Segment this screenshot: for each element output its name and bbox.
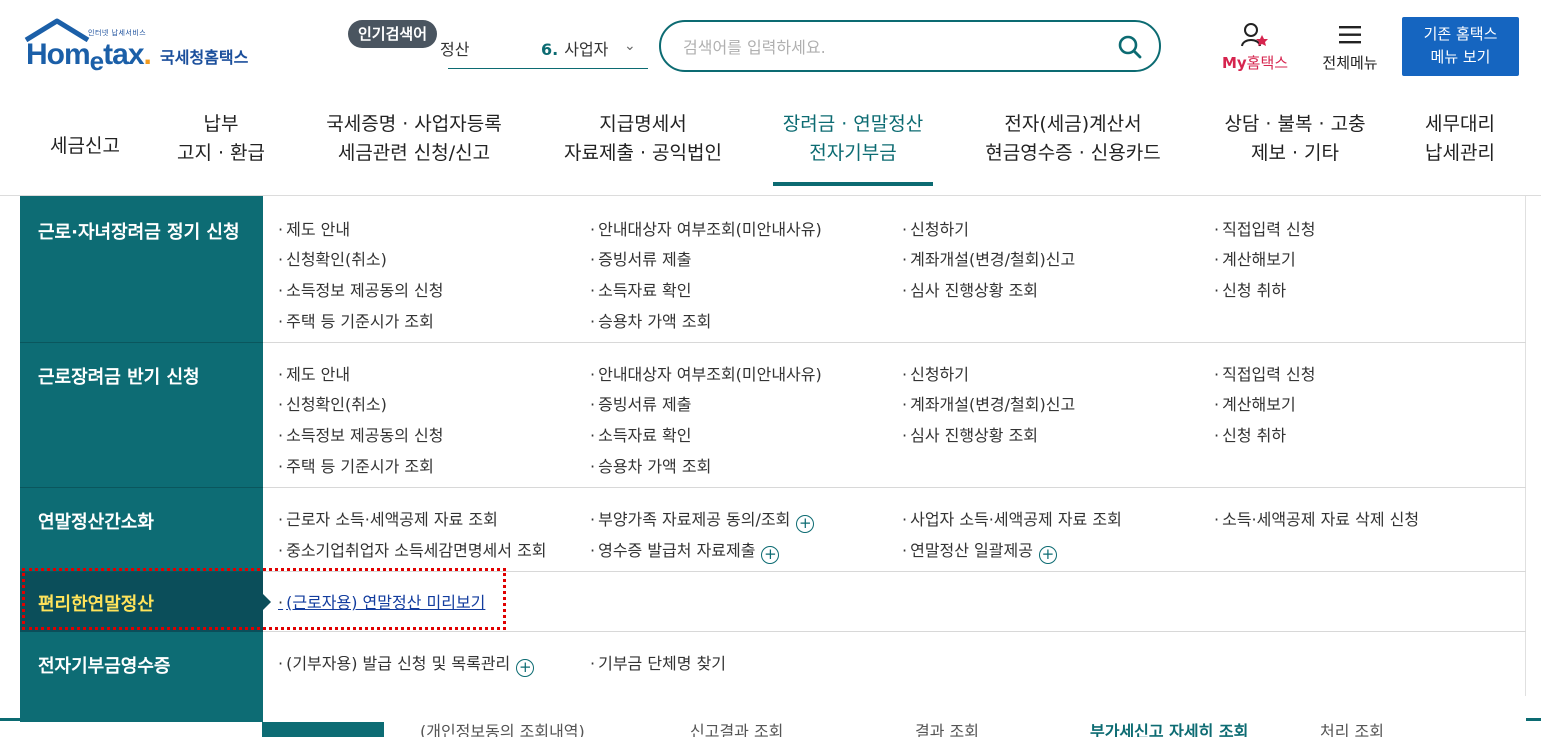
- popular-search-prev[interactable]: 정산: [440, 36, 469, 60]
- menu-item[interactable]: 계산해보기: [1214, 391, 1296, 415]
- logo-tagline: 인터넷 납세서비스: [88, 29, 147, 37]
- menu-item[interactable]: 계좌개설(변경/철회)신고: [902, 391, 1075, 415]
- expand-plus-icon[interactable]: +: [796, 515, 815, 533]
- menu-item[interactable]: (기부자용) 발급 신청 및 목록관리+: [278, 650, 535, 677]
- my-hometax-suffix: 홈택스: [1246, 54, 1289, 72]
- menu-item[interactable]: 승용차 가액 조회: [590, 453, 711, 477]
- search-input[interactable]: [683, 34, 1103, 60]
- menu-item[interactable]: 소득정보 제공동의 신청: [278, 277, 443, 301]
- expand-plus-icon[interactable]: +: [1038, 546, 1057, 564]
- menu-item[interactable]: 영수증 발급처 자료제출+: [590, 537, 780, 564]
- search-icon[interactable]: [1117, 34, 1143, 60]
- logo-mark: Hometax.: [26, 38, 152, 76]
- menu-item[interactable]: 주택 등 기준시가 조회: [278, 453, 434, 477]
- gnb-tab-tax-filing[interactable]: 세금신고: [30, 110, 140, 186]
- menu-section-incentive-regular: 근로·자녀장려금 정기 신청 제도 안내 안내대상자 여부조회(미안내사유) 신…: [20, 196, 1526, 343]
- gnb-tab-e-invoice[interactable]: 전자(세금)계산서 현금영수증 · 신용카드: [968, 110, 1178, 186]
- gnb-active-indicator: [773, 182, 933, 186]
- gnb-tab-incentives-year-end[interactable]: 장려금 · 연말정산 전자기부금: [763, 110, 943, 186]
- gnb-tab-consultation[interactable]: 상담 · 불복 · 고충 제보 · 기타: [1205, 110, 1385, 186]
- section-title[interactable]: 근로·자녀장려금 정기 신청: [38, 218, 240, 244]
- section-title[interactable]: 연말정산간소화: [38, 508, 154, 534]
- gnb-tab-payment-statements[interactable]: 지급명세서 자료제출 · 공익법인: [549, 110, 737, 186]
- menu-item[interactable]: 심사 진행상황 조회: [902, 277, 1038, 301]
- menu-item[interactable]: 부양가족 자료제공 동의/조회+: [590, 506, 815, 533]
- menu-item[interactable]: 소득·세액공제 자료 삭제 신청: [1214, 506, 1419, 530]
- menu-item[interactable]: 주택 등 기준시가 조회: [278, 308, 434, 332]
- menu-item[interactable]: 신청하기: [902, 361, 969, 385]
- gnb-tab-payment[interactable]: 납부 고지 · 환급: [160, 110, 282, 186]
- menu-item[interactable]: 근로자 소득·세액공제 자료 조회: [278, 506, 498, 530]
- my-hometax-prefix: My: [1221, 54, 1247, 72]
- menu-item[interactable]: 신청 취하: [1214, 277, 1286, 301]
- menu-item[interactable]: 직접입력 신청: [1214, 361, 1315, 385]
- highlight-annotation-box: [22, 568, 506, 630]
- menu-item[interactable]: 신청확인(취소): [278, 391, 387, 415]
- menu-item[interactable]: 연말정산 일괄제공+: [902, 537, 1057, 564]
- gnb-tab-certificates[interactable]: 국세증명 · 사업자등록 세금관련 신청/신고: [305, 110, 523, 186]
- gnb-tab-tax-agent[interactable]: 세무대리 납세관리: [1405, 110, 1515, 186]
- menu-item[interactable]: 제도 안내: [278, 361, 350, 385]
- expand-plus-icon[interactable]: +: [761, 546, 780, 564]
- logo-name: 국세청홈택스: [160, 48, 249, 67]
- search-box: [659, 20, 1161, 72]
- hamburger-menu-icon: [1339, 26, 1361, 44]
- section-title[interactable]: 전자기부금영수증: [38, 652, 170, 678]
- old-hometax-menu-button[interactable]: 기존 홈택스 메뉴 보기: [1402, 17, 1519, 76]
- menu-item[interactable]: 신청확인(취소): [278, 246, 387, 270]
- all-menu-label: 전체메뉴: [1322, 54, 1378, 72]
- menu-item[interactable]: 계좌개설(변경/철회)신고: [902, 246, 1075, 270]
- menu-section-incentive-half: 근로장려금 반기 신청 제도 안내 안내대상자 여부조회(미안내사유) 신청하기…: [20, 343, 1526, 488]
- menu-item[interactable]: 소득자료 확인: [590, 422, 691, 446]
- menu-item[interactable]: 소득자료 확인: [590, 277, 691, 301]
- my-hometax-button[interactable]: My홈택스: [1210, 22, 1300, 74]
- main-navigation: 세금신고 납부 고지 · 환급 국세증명 · 사업자등록 세금관련 신청/신고 지급…: [0, 110, 1541, 190]
- expand-plus-icon[interactable]: +: [516, 659, 535, 677]
- menu-section-e-donation-receipt: 전자기부금영수증 (기부자용) 발급 신청 및 목록관리+ 기부금 단체명 찾기: [20, 632, 1526, 722]
- menu-item[interactable]: 제도 안내: [278, 216, 350, 240]
- menu-item[interactable]: 심사 진행상황 조회: [902, 422, 1038, 446]
- menu-item[interactable]: 증빙서류 제출: [590, 246, 691, 270]
- menu-item[interactable]: 안내대상자 여부조회(미안내사유): [590, 361, 822, 385]
- menu-item[interactable]: 기부금 단체명 찾기: [590, 650, 726, 674]
- menu-item[interactable]: 안내대상자 여부조회(미안내사유): [590, 216, 822, 240]
- menu-item[interactable]: 소득정보 제공동의 신청: [278, 422, 443, 446]
- popular-search-current[interactable]: 6. 사업자: [541, 36, 608, 60]
- user-star-icon: [1241, 23, 1268, 47]
- menu-item[interactable]: 승용차 가액 조회: [590, 308, 711, 332]
- menu-item[interactable]: 신청하기: [902, 216, 969, 240]
- popular-search-badge: 인기검색어: [348, 20, 438, 48]
- menu-item[interactable]: 증빙서류 제출: [590, 391, 691, 415]
- menu-item[interactable]: 계산해보기: [1214, 246, 1296, 270]
- menu-item[interactable]: 직접입력 신청: [1214, 216, 1315, 240]
- mega-menu-dropdown: 근로·자녀장려금 정기 신청 제도 안내 안내대상자 여부조회(미안내사유) 신…: [20, 196, 1526, 722]
- menu-section-year-end-simplified: 연말정산간소화 근로자 소득·세액공제 자료 조회 부양가족 자료제공 동의/조…: [20, 488, 1526, 572]
- chevron-down-icon[interactable]: ⌄: [624, 38, 636, 54]
- hometax-logo[interactable]: 인터넷 납세서비스 Hometax. 국세청홈택스: [22, 18, 282, 76]
- menu-item[interactable]: 신청 취하: [1214, 422, 1286, 446]
- all-menu-button[interactable]: 전체메뉴: [1310, 22, 1390, 74]
- section-title[interactable]: 근로장려금 반기 신청: [38, 363, 200, 389]
- menu-item[interactable]: 사업자 소득·세액공제 자료 조회: [902, 506, 1122, 530]
- popular-search-underline: [448, 68, 648, 69]
- hometax-page: 인터넷 납세서비스 Hometax. 국세청홈택스 인기검색어 정산 6. 사업자…: [0, 0, 1541, 737]
- menu-item[interactable]: 중소기업취업자 소득세감면명세서 조회: [278, 537, 546, 561]
